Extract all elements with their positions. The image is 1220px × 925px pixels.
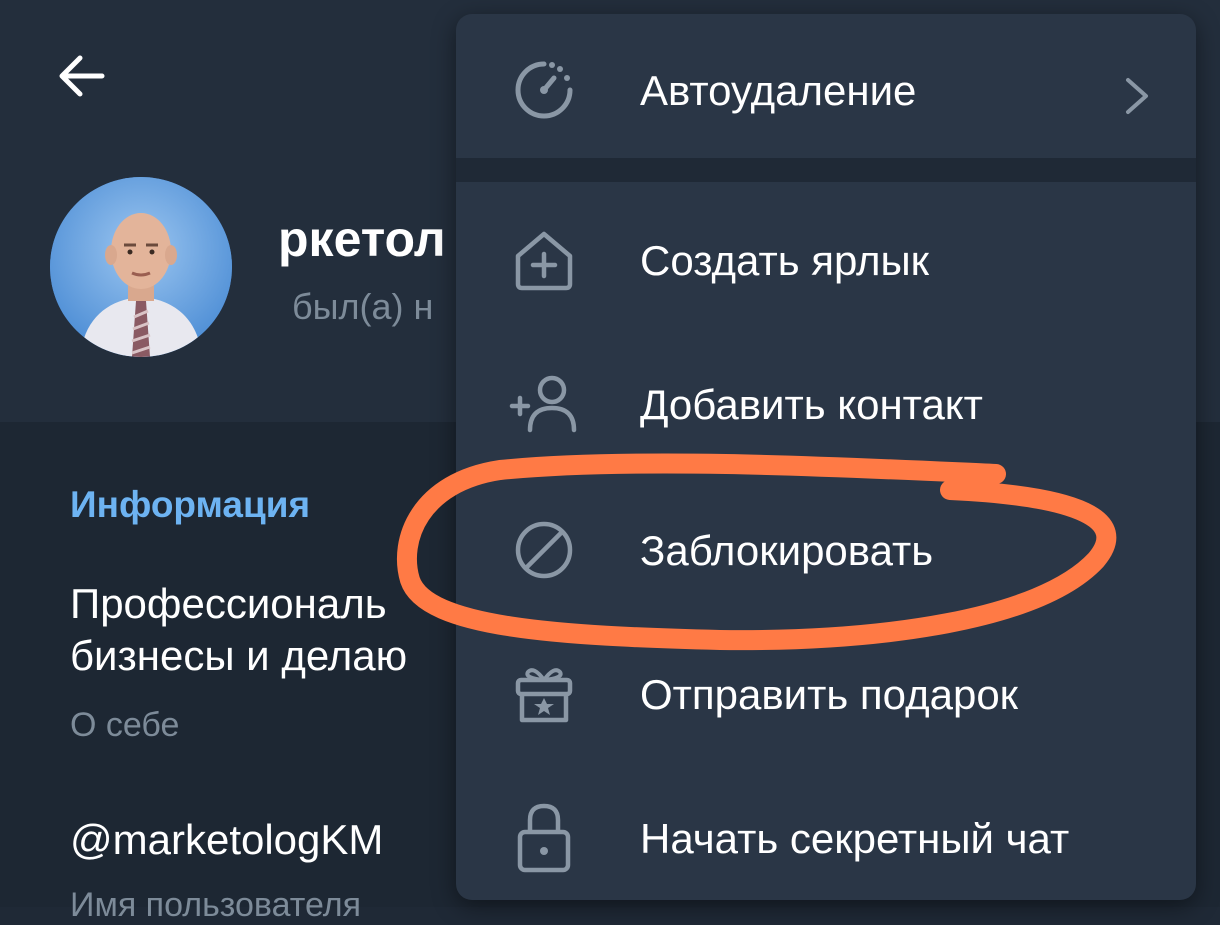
bio-line: бизнесы и делаю xyxy=(70,632,408,679)
profile-name: ркетол xyxy=(278,211,446,267)
info-section-title: Информация xyxy=(70,484,311,525)
back-button[interactable] xyxy=(52,46,112,106)
add-shortcut-icon xyxy=(508,224,580,296)
menu-divider xyxy=(456,158,1196,182)
menu-item-create-shortcut[interactable]: Создать ярлык xyxy=(456,194,1196,314)
menu-item-label: Отправить подарок xyxy=(640,671,1019,718)
bio-label: О себе xyxy=(70,706,180,744)
back-arrow-icon xyxy=(59,55,105,97)
username-label: Имя пользователя xyxy=(70,886,361,924)
menu-item-auto-delete[interactable]: Автоудаление xyxy=(456,24,1196,144)
menu-item-label: Начать секретный чат xyxy=(640,815,1070,862)
bio-text[interactable]: Профессиональ бизнесы и делаю xyxy=(70,578,407,682)
username-value[interactable]: @marketologKM xyxy=(70,816,383,864)
lock-icon xyxy=(508,802,580,874)
add-user-icon xyxy=(508,368,580,440)
chevron-right-icon xyxy=(1126,78,1148,114)
avatar[interactable] xyxy=(50,177,232,357)
menu-item-secret-chat[interactable]: Начать секретный чат xyxy=(456,772,1196,892)
menu-item-label: Автоудаление xyxy=(640,67,917,114)
menu-item-label: Заблокировать xyxy=(640,527,934,574)
avatar-photo xyxy=(50,177,232,357)
profile-status: был(а) н xyxy=(292,286,434,327)
menu-item-add-contact[interactable]: Добавить контакт xyxy=(456,338,1196,458)
context-menu: Автоудаление Создать ярлык Добавить конт… xyxy=(456,14,1196,900)
gift-icon xyxy=(508,658,580,730)
menu-item-label: Добавить контакт xyxy=(640,381,983,428)
menu-item-label: Создать ярлык xyxy=(640,237,930,284)
menu-item-block[interactable]: Заблокировать xyxy=(456,484,1196,604)
bio-line: Профессиональ xyxy=(70,580,387,627)
block-icon xyxy=(508,514,580,586)
menu-item-send-gift[interactable]: Отправить подарок xyxy=(456,628,1196,748)
timer-icon xyxy=(508,54,580,126)
